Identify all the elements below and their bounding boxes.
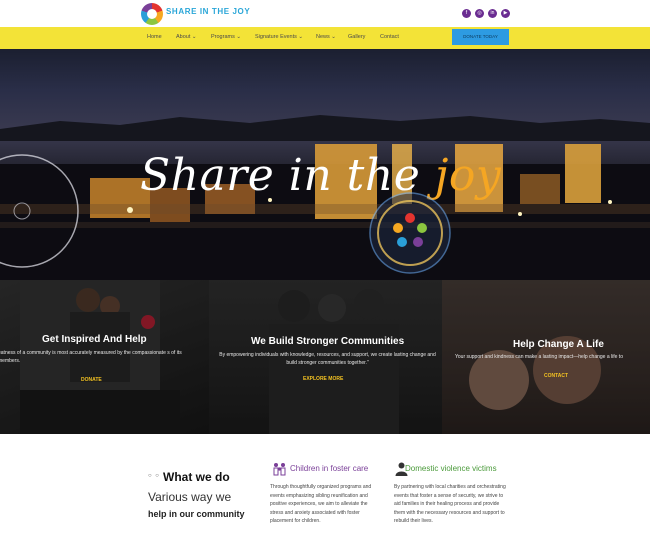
- nav-contact[interactable]: Contact: [380, 34, 399, 40]
- nav-home[interactable]: Home: [147, 34, 162, 40]
- panel-stronger-communities: We Build Stronger Communities By empower…: [209, 280, 442, 434]
- page: SHARE IN THE JOY f ◎ in ▶ Home About ⌄ P…: [0, 0, 650, 552]
- donate-today-button[interactable]: DONATE TODAY: [452, 29, 509, 45]
- panel-title: We Build Stronger Communities: [251, 336, 405, 347]
- panel-text: By empowering individuals with knowledge…: [219, 352, 436, 366]
- youtube-icon[interactable]: ▶: [501, 9, 510, 18]
- nav-programs[interactable]: Programs ⌄: [211, 34, 241, 40]
- logo-icon[interactable]: [141, 3, 163, 25]
- family-icon: [273, 463, 286, 476]
- ferris-wheel-image: [0, 154, 79, 268]
- service-text-foster-care: Through thoughtfully organized programs …: [270, 484, 372, 524]
- panel-text: eatness of a community is most accuratel…: [0, 350, 182, 364]
- panel-title: Help Change A Life: [513, 339, 604, 350]
- contact-link[interactable]: CONTACT: [544, 373, 568, 379]
- mountain-silhouette: [0, 115, 650, 141]
- donate-link[interactable]: DONATE: [81, 377, 102, 383]
- panel-title: Get Inspired And Help: [42, 334, 147, 345]
- globe-logo-image: [369, 192, 451, 274]
- brand-name[interactable]: SHARE IN THE JOY: [166, 7, 250, 16]
- panel-help-change-life: Help Change A Life Your support and kind…: [442, 280, 650, 434]
- service-title-domestic-violence[interactable]: Domestic violence victims: [405, 464, 497, 473]
- hero-banner: Share in the joy: [0, 49, 650, 280]
- what-we-do-subtitle: Various way we: [148, 490, 232, 504]
- nav-news[interactable]: News ⌄: [316, 34, 336, 40]
- service-text-domestic-violence: By partnering with local charities and o…: [394, 484, 506, 524]
- service-title-foster-care[interactable]: Children in foster care: [290, 464, 368, 473]
- what-we-do-subtitle-strong: help in our community: [148, 509, 245, 519]
- linkedin-icon[interactable]: in: [488, 9, 497, 18]
- panel-get-inspired: Get Inspired And Help eatness of a commu…: [0, 280, 209, 434]
- explore-more-link[interactable]: EXPLORE MORE: [303, 376, 343, 382]
- nav-about[interactable]: About ⌄: [176, 34, 197, 40]
- nav-gallery[interactable]: Gallery: [348, 34, 365, 40]
- section-dots: ○ ○: [148, 473, 160, 479]
- facebook-icon[interactable]: f: [462, 9, 471, 18]
- panel-text: Your support and kindness can make a las…: [455, 354, 623, 360]
- top-header: SHARE IN THE JOY f ◎ in ▶: [0, 0, 650, 27]
- nav-signature-events[interactable]: Signature Events ⌄: [255, 34, 303, 40]
- instagram-icon[interactable]: ◎: [475, 9, 484, 18]
- what-we-do-title: What we do: [163, 470, 230, 484]
